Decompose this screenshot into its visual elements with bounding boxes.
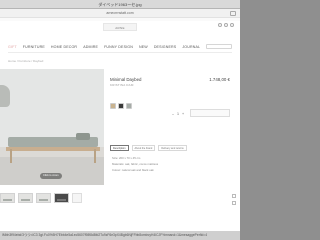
zoom-button[interactable]: Click to zoom [40, 173, 62, 179]
product-description: Size: 200 x 70 x 45 cm Materials: oak, f… [112, 156, 230, 175]
product-photo[interactable]: Click to zoom [0, 69, 104, 185]
url-text: arnecrrnstatt.com [106, 11, 134, 15]
site-logo-text: ARNE [115, 26, 125, 30]
qty-value[interactable]: 1 [177, 112, 179, 116]
add-to-cart-button[interactable] [190, 109, 230, 117]
thumbnail-bed [57, 199, 66, 201]
side-tool-icon[interactable] [232, 194, 236, 198]
cart-icon[interactable] [230, 23, 234, 27]
quantity-stepper: – 1 + [172, 112, 184, 116]
breadcrumb[interactable]: Home / Furniture / Daybed [8, 59, 43, 63]
thumbnail-bed [39, 199, 48, 201]
product-price: 1.748,00 € [209, 77, 230, 82]
daybed-pillow [76, 133, 90, 140]
nav-item-new[interactable]: NEW [139, 45, 148, 49]
nav-item-home-decor[interactable]: HOME DECOR [51, 45, 77, 49]
description-line: Colour: natural oak and black oak [112, 168, 154, 173]
thumbnail-bed [3, 199, 12, 201]
main-nav: GIFT FURNITURE HOME DECOR ADMIRE FUNNY D… [8, 41, 232, 53]
thumbnail-bed [21, 199, 30, 201]
photo-plant [0, 85, 10, 107]
thumbnail-more[interactable] [72, 193, 82, 203]
viewer-title-bar: ダイベッド1963ーセ.jpg [0, 0, 240, 9]
nav-item-gift[interactable]: GIFT [8, 45, 17, 49]
tab-delivery[interactable]: Delivery and returns [158, 145, 187, 151]
daybed-leg [10, 149, 12, 163]
thumbnail[interactable] [0, 193, 15, 203]
product-designer[interactable]: KRISTINA DAM [110, 83, 134, 87]
account-icon[interactable] [218, 23, 222, 27]
qty-plus-button[interactable]: + [182, 112, 184, 116]
search-input[interactable] [206, 44, 232, 49]
thumbnail[interactable] [36, 193, 51, 203]
nav-item-journal[interactable]: JOURNAL [182, 45, 200, 49]
zoom-label: Click to zoom [43, 174, 59, 177]
side-tool-icon[interactable] [232, 201, 236, 205]
viewer-title: ダイベッド1963ーセ.jpg [98, 2, 142, 7]
nav-item-admire[interactable]: ADMIRE [83, 45, 98, 49]
color-swatch[interactable] [110, 103, 116, 109]
qty-minus-button[interactable]: – [172, 112, 174, 116]
nav-item-funny-design[interactable]: FUNNY DESIGN [104, 45, 133, 49]
site-header: ARNE [0, 21, 240, 41]
nav-item-designers[interactable]: DESIGNERS [154, 45, 177, 49]
share-icon[interactable] [230, 11, 236, 16]
product-name: Minimal Daybed [110, 77, 142, 82]
daybed-leg [94, 149, 96, 163]
nav-item-furniture[interactable]: FURNITURE [23, 45, 45, 49]
daybed-frame [6, 147, 100, 151]
description-line: Size: 200 x 70 x 45 cm [112, 156, 141, 160]
tab-about-brand[interactable]: About the brand [131, 145, 156, 151]
color-swatch[interactable] [126, 103, 132, 109]
image-caption: IMbh3f94ebd/3つつ<IC3 3gt.Fu0%5H7Ebb4e5a1e… [0, 231, 240, 240]
color-swatches [110, 103, 132, 109]
webpage: arnecrrnstatt.com ARNE GIFT FURNITURE HO… [0, 9, 240, 231]
product-tabs: Description About the brand Delivery and… [110, 145, 187, 151]
tab-description[interactable]: Description [110, 145, 129, 151]
thumbnail[interactable] [18, 193, 33, 203]
site-logo[interactable]: ARNE [103, 23, 137, 31]
wishlist-icon[interactable] [224, 23, 228, 27]
thumbnail-strip [0, 193, 82, 203]
description-line: Materials: oak, fabric, cocos mattress [112, 162, 159, 167]
thumbnail[interactable] [54, 193, 69, 203]
color-swatch[interactable] [118, 103, 124, 109]
address-bar[interactable]: arnecrrnstatt.com [0, 9, 240, 18]
header-icons [218, 23, 234, 27]
